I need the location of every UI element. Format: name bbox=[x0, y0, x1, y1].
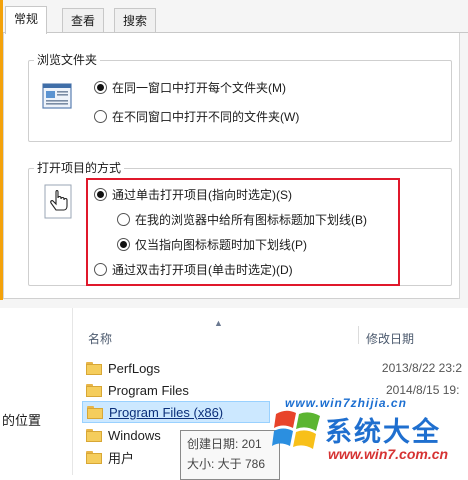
folder-icon bbox=[86, 383, 102, 397]
radio-button[interactable] bbox=[94, 110, 107, 123]
file-row-perflogs[interactable]: PerfLogs 2013/8/22 23:2 bbox=[82, 357, 462, 379]
windows-logo-icon bbox=[272, 404, 324, 456]
column-header-date[interactable]: 修改日期 bbox=[366, 330, 414, 347]
tab-view[interactable]: 查看 bbox=[62, 8, 105, 33]
folder-icon bbox=[86, 428, 102, 442]
radio-underline-point[interactable]: 仅当指向图标标题时加下划线(P) bbox=[117, 236, 307, 253]
tooltip-size: 大小: 大于 786 bbox=[187, 457, 266, 471]
browse-folders-icon bbox=[42, 82, 72, 112]
file-name: PerfLogs bbox=[108, 360, 161, 376]
click-items-title: 打开项目的方式 bbox=[34, 161, 125, 175]
radio-single-click[interactable]: 通过单击打开项目(指向时选定)(S) bbox=[94, 186, 292, 203]
radio-underline-all[interactable]: 在我的浏览器中给所有图标标题加下划线(B) bbox=[117, 211, 367, 228]
browse-folders-title: 浏览文件夹 bbox=[34, 53, 101, 67]
file-name: Program Files bbox=[108, 382, 189, 398]
watermark-title: 系统大全 bbox=[325, 417, 441, 447]
tab-search[interactable]: 搜索 bbox=[114, 8, 157, 33]
file-name: Program Files (x86) bbox=[109, 404, 224, 420]
file-info-tooltip: 创建日期: 201 大小: 大于 786 bbox=[180, 430, 280, 480]
file-date: 2013/8/22 23:2 bbox=[381, 361, 462, 375]
sort-ascending-icon: ▲ bbox=[214, 318, 223, 328]
radio-button[interactable] bbox=[117, 238, 130, 251]
navigation-pane-divider[interactable] bbox=[72, 308, 73, 475]
navigation-pane-label[interactable]: 的位置 bbox=[2, 410, 41, 429]
folder-icon bbox=[87, 405, 103, 419]
radio-underline-all-label: 在我的浏览器中给所有图标标题加下划线(B) bbox=[135, 213, 367, 227]
column-divider[interactable] bbox=[358, 326, 359, 344]
folder-icon bbox=[86, 361, 102, 375]
radio-button[interactable] bbox=[117, 213, 130, 226]
file-row-program-files-x86[interactable]: Program Files (x86) bbox=[82, 401, 270, 423]
hand-pointer-icon bbox=[44, 184, 74, 220]
radio-single-click-label: 通过单击打开项目(指向时选定)(S) bbox=[112, 188, 292, 202]
radio-double-click-label: 通过双击打开项目(单击时选定)(D) bbox=[112, 263, 293, 277]
folder-icon bbox=[86, 450, 102, 464]
radio-new-window[interactable]: 在不同窗口中打开不同的文件夹(W) bbox=[94, 108, 299, 125]
radio-double-click[interactable]: 通过双击打开项目(单击时选定)(D) bbox=[94, 261, 293, 278]
tooltip-created: 创建日期: 201 bbox=[187, 437, 262, 451]
column-header-name[interactable]: 名称 bbox=[88, 330, 112, 347]
watermark-url: www.win7zhijia.cn bbox=[285, 396, 407, 410]
radio-button[interactable] bbox=[94, 263, 107, 276]
radio-new-window-label: 在不同窗口中打开不同的文件夹(W) bbox=[112, 110, 300, 124]
tab-general[interactable]: 常规 bbox=[5, 6, 48, 34]
watermark-domain: www.win7.com.cn bbox=[328, 446, 449, 462]
radio-button[interactable] bbox=[94, 81, 107, 94]
radio-same-window[interactable]: 在同一窗口中打开每个文件夹(M) bbox=[94, 79, 286, 96]
radio-underline-point-label: 仅当指向图标标题时加下划线(P) bbox=[135, 238, 307, 252]
file-date: 2014/8/15 19: bbox=[386, 383, 460, 397]
radio-button[interactable] bbox=[94, 188, 107, 201]
radio-same-window-label: 在同一窗口中打开每个文件夹(M) bbox=[112, 81, 286, 95]
browse-folders-group bbox=[28, 60, 452, 142]
